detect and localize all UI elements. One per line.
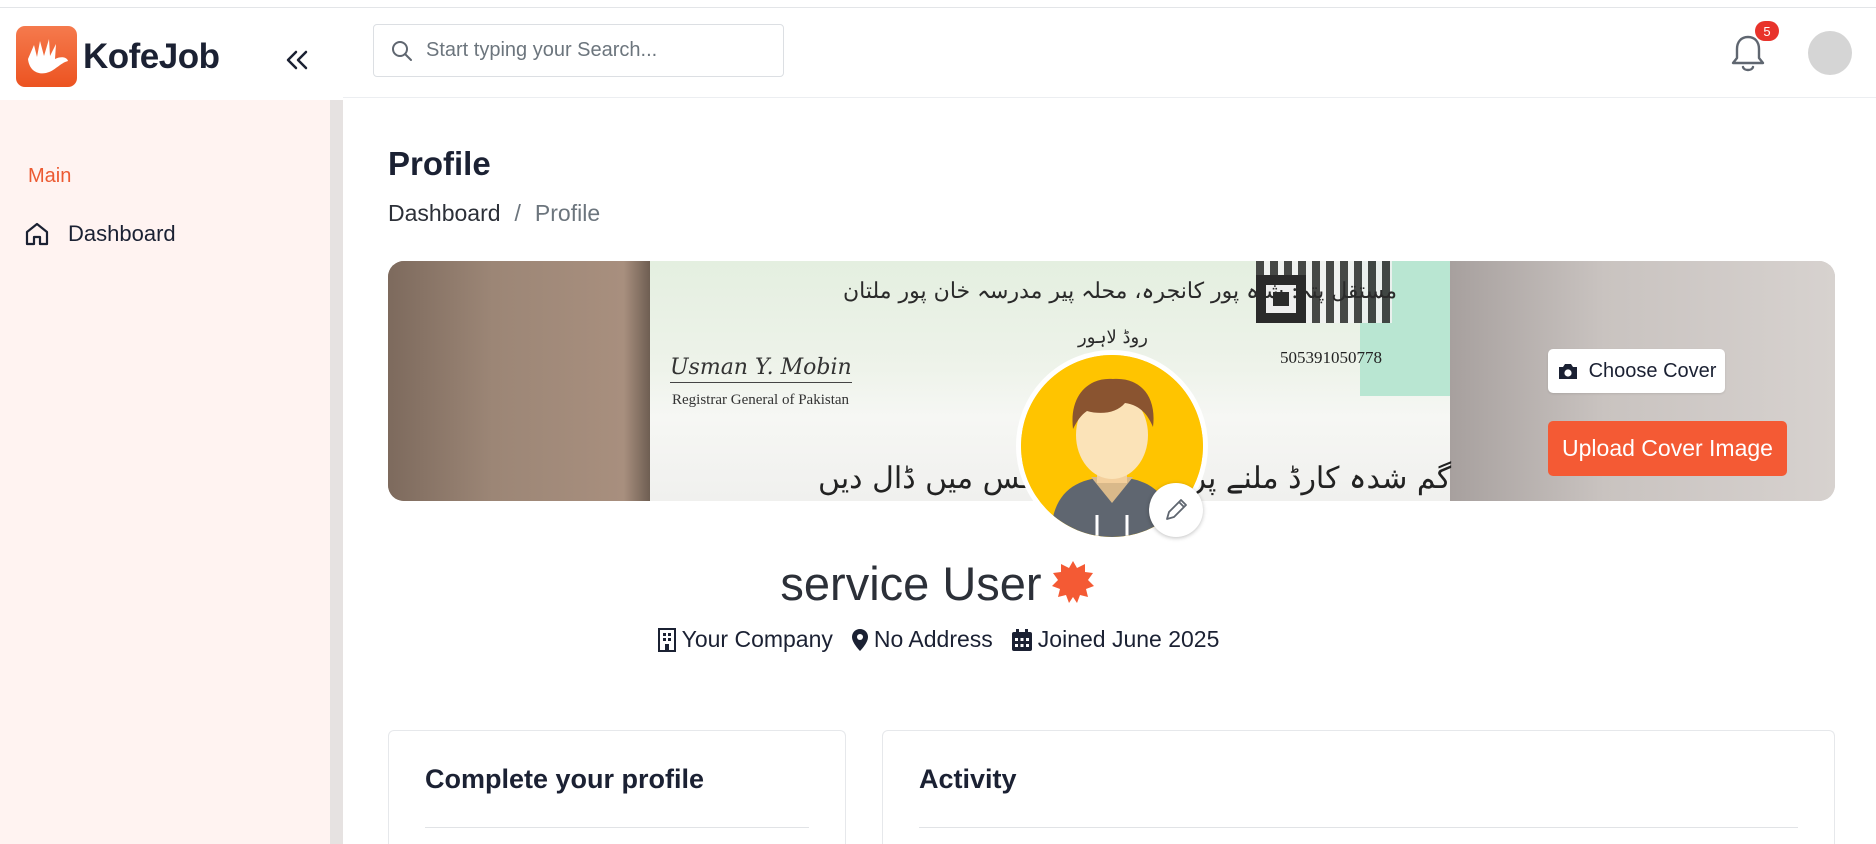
top-header: 5 — [343, 8, 1876, 98]
user-name: service User — [780, 557, 1042, 610]
building-icon — [657, 627, 676, 652]
user-name-row: service User — [0, 556, 1876, 616]
choose-cover-label: Choose Cover — [1588, 359, 1717, 382]
sidebar-item-dashboard[interactable]: Dashboard — [24, 214, 176, 254]
hand-logo-icon — [16, 26, 77, 87]
profile-meta: Your Company No Address Joined June 2025 — [0, 626, 1876, 653]
sidebar-section-main: Main — [28, 165, 72, 187]
sidebar-scrollbar[interactable] — [330, 100, 343, 844]
company-text: Your Company — [681, 626, 833, 652]
search-icon — [392, 40, 412, 61]
cover-text-line1: مستقل پتہ: شاہ پور کانجرہ، محلہ پیر مدرس… — [843, 279, 1398, 304]
pencil-icon — [1166, 499, 1187, 520]
breadcrumb: Dashboard / Profile — [388, 200, 600, 227]
card-divider — [919, 827, 1798, 828]
breadcrumb-separator: / — [514, 200, 521, 226]
brand-logo[interactable]: KofeJob — [16, 26, 220, 87]
activity-card: Activity — [882, 730, 1835, 844]
search-input[interactable] — [426, 39, 766, 62]
user-avatar[interactable] — [1808, 31, 1852, 75]
top-border — [0, 0, 1876, 8]
calendar-icon — [1011, 628, 1032, 651]
sidebar: KofeJob Main Dashboard — [0, 8, 343, 844]
joined-text: Joined June 2025 — [1037, 626, 1220, 652]
upload-cover-image-button[interactable]: Upload Cover Image — [1548, 421, 1787, 476]
edit-profile-picture-button[interactable] — [1149, 483, 1203, 537]
cover-registrar-text: Registrar General of Pakistan — [672, 392, 850, 408]
complete-profile-title: Complete your profile — [425, 764, 705, 794]
choose-cover-button[interactable]: Choose Cover — [1548, 349, 1725, 393]
notification-count-badge: 5 — [1755, 21, 1779, 41]
profile-joined: Joined June 2025 — [1011, 626, 1220, 653]
double-chevron-left-icon — [286, 50, 308, 70]
collapse-sidebar-button[interactable] — [280, 43, 314, 77]
profile-company: Your Company — [657, 626, 833, 653]
cover-signature: Usman Y. Mobin — [670, 355, 852, 383]
search-box[interactable] — [373, 24, 784, 77]
cover-text-line2: روڈ لاہور — [1078, 327, 1148, 348]
address-text: No Address — [873, 626, 993, 652]
cover-number-text: 505391050778 — [1280, 348, 1382, 367]
card-divider — [425, 827, 809, 828]
breadcrumb-current: Profile — [534, 200, 601, 226]
cover-photo-left — [388, 261, 650, 501]
camera-icon — [1558, 363, 1577, 379]
page-title: Profile — [388, 145, 491, 182]
breadcrumb-dashboard-link[interactable]: Dashboard — [388, 200, 501, 227]
verified-badge-icon — [1050, 559, 1096, 616]
map-pin-icon — [851, 628, 868, 651]
complete-profile-card: Complete your profile — [388, 730, 846, 844]
profile-address: No Address — [851, 626, 993, 653]
sidebar-item-label: Dashboard — [68, 221, 176, 246]
activity-title: Activity — [919, 764, 1017, 794]
home-icon — [25, 222, 49, 246]
brand-name: KofeJob — [83, 36, 220, 76]
